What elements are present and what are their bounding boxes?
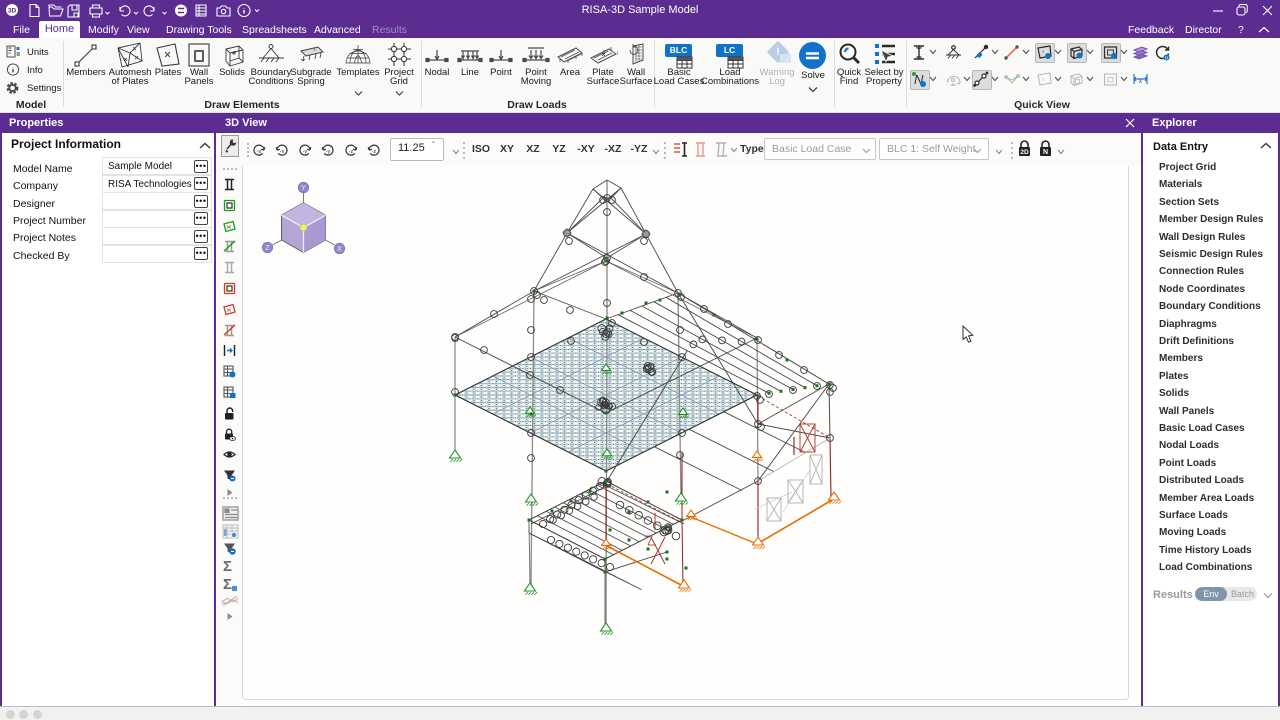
svg-text:3D: 3D <box>8 8 17 15</box>
svg-text:!: ! <box>776 46 780 58</box>
svg-text:X: X <box>337 244 342 253</box>
svg-text:3*: 3* <box>313 47 317 52</box>
svg-text:o: o <box>1165 56 1168 62</box>
svg-text:Z: Z <box>265 243 270 252</box>
svg-text:x: x <box>1042 49 1045 55</box>
svg-text:-y: -y <box>326 149 331 155</box>
svg-text:-z: -z <box>349 149 354 155</box>
svg-text:-y: -y <box>303 149 308 155</box>
svg-text:N: N <box>1043 149 1048 156</box>
svg-text:-x: -x <box>280 149 285 155</box>
svg-text:-z: -z <box>372 149 377 155</box>
svg-text:x: x <box>1042 77 1045 83</box>
svg-text:2D: 2D <box>1020 149 1029 156</box>
svg-text:x: x <box>1139 79 1142 85</box>
svg-text:Y: Y <box>301 183 306 192</box>
svg-text:-x: -x <box>257 149 262 155</box>
